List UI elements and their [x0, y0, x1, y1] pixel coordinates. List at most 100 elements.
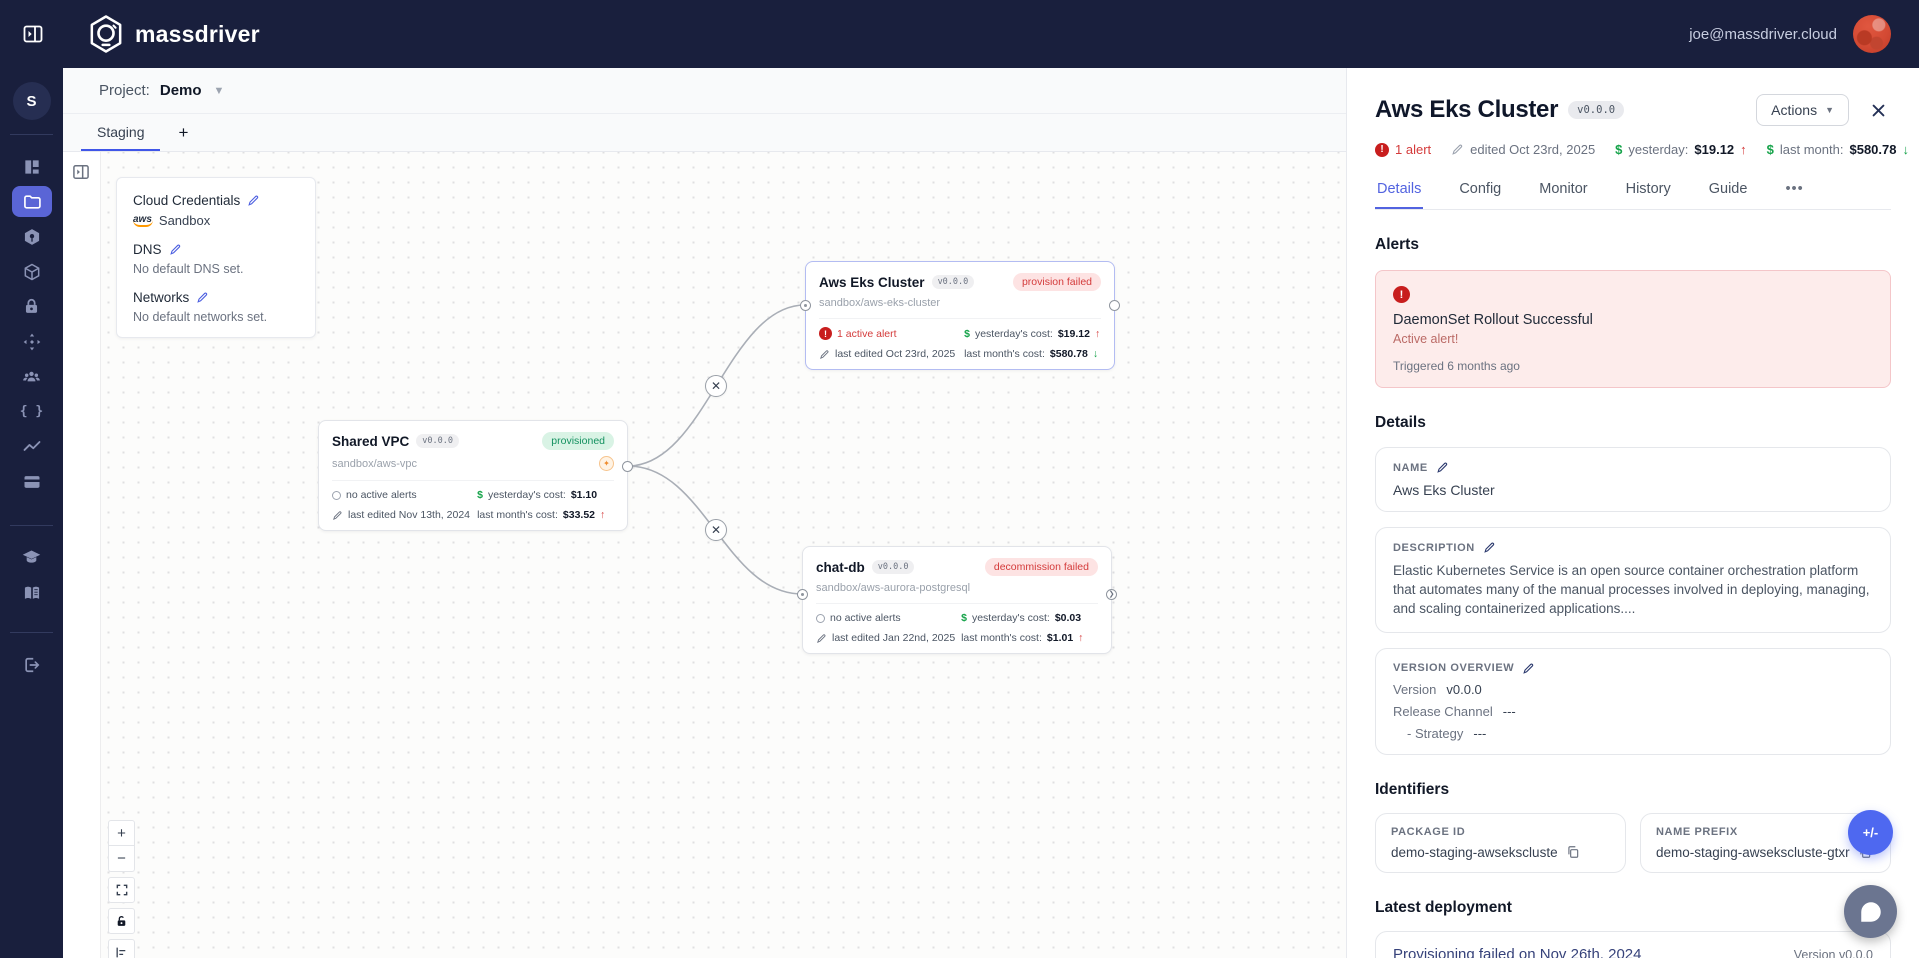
chat-bubble-icon [1858, 899, 1884, 925]
trend-up-icon: ↑ [1095, 328, 1100, 340]
tab-config[interactable]: Config [1457, 173, 1503, 209]
latest-deployment-card[interactable]: Provisioning failed on Nov 26th, 2024 Ve… [1375, 931, 1891, 958]
node-shared-vpc[interactable]: Shared VPC v0.0.0 provisioned sandbox/aw… [318, 420, 628, 531]
environment-tabs: Staging + [63, 114, 1346, 152]
shielded-cube-icon [22, 227, 42, 247]
org-avatar[interactable]: S [13, 82, 51, 120]
alert-icon: ! [1393, 286, 1410, 303]
zoom-out-button[interactable]: − [108, 846, 135, 872]
sidebar-item-dashboard[interactable] [12, 151, 52, 182]
auto-layout-button[interactable] [108, 939, 135, 958]
networks-label: Networks [133, 290, 299, 305]
actions-button[interactable]: Actions ▼ [1756, 94, 1849, 126]
node-chat-db[interactable]: chat-db v0.0.0 decommission failed sandb… [802, 546, 1112, 654]
project-label: Project: [99, 82, 150, 99]
cube-icon [22, 262, 42, 282]
sidebar-item-teams[interactable] [12, 361, 52, 392]
divider [10, 134, 53, 135]
zoom-in-button[interactable]: + [108, 820, 135, 846]
disconnect-edge-button[interactable]: ✕ [705, 519, 727, 541]
sidebar-toggle-icon[interactable] [18, 19, 48, 49]
latest-deployment-heading: Latest deployment [1375, 899, 1891, 917]
sidebar-item-bundles[interactable] [12, 221, 52, 252]
drift-indicator-icon[interactable]: ✦ [599, 456, 614, 471]
sidebar-item-metrics[interactable] [12, 431, 52, 462]
chevron-down-icon[interactable]: ▼ [214, 85, 225, 97]
sidebar-item-billing[interactable] [12, 466, 52, 497]
tab-guide[interactable]: Guide [1707, 173, 1750, 209]
canvas-controls: + − [108, 820, 135, 958]
node-yesterday-cost: $ yesterday's cost: $1.10 [477, 489, 614, 501]
diff-fab-button[interactable]: +/- [1848, 810, 1893, 855]
move-arrows-icon [22, 332, 42, 352]
sidebar-item-docs[interactable] [12, 577, 52, 608]
output-port[interactable]: ❯ [1106, 589, 1117, 600]
name-field-card: NAME Aws Eks Cluster [1375, 447, 1891, 512]
dns-value: No default DNS set. [133, 262, 299, 276]
unlock-icon [115, 915, 128, 928]
trend-up-icon: ↑ [600, 509, 605, 521]
project-selector[interactable]: Demo [160, 82, 202, 99]
output-port[interactable] [1109, 300, 1120, 311]
brand-logo[interactable]: massdriver [86, 14, 260, 54]
alert-card[interactable]: ! DaemonSet Rollout Successful Active al… [1375, 270, 1891, 388]
edit-pencil-icon[interactable] [1522, 662, 1535, 675]
user-avatar[interactable] [1853, 15, 1891, 53]
expand-sidebar-panel-icon[interactable] [68, 159, 94, 185]
sidebar-item-artifacts[interactable] [12, 256, 52, 287]
graph-canvas[interactable]: ✕ ✕ Cloud Credentials aws Sandbox [63, 152, 1346, 958]
tab-staging[interactable]: Staging [81, 114, 160, 151]
no-alert-icon [332, 491, 341, 500]
output-port[interactable] [622, 461, 633, 472]
edit-pencil-icon[interactable] [247, 194, 260, 207]
add-environment-button[interactable]: + [160, 114, 206, 151]
tab-history[interactable]: History [1624, 173, 1673, 209]
description-label: DESCRIPTION [1393, 541, 1873, 554]
dollar-icon: $ [1767, 142, 1774, 157]
input-port[interactable] [800, 300, 811, 311]
credit-card-icon [22, 472, 42, 492]
tab-monitor[interactable]: Monitor [1537, 173, 1589, 209]
deployment-version: Version v0.0.0 [1794, 948, 1873, 958]
fit-view-button[interactable] [108, 877, 135, 903]
massdriver-logo-icon [86, 14, 126, 54]
trend-up-icon: ↑ [1078, 632, 1083, 644]
close-panel-icon[interactable] [1865, 97, 1891, 123]
chat-fab-button[interactable] [1844, 885, 1897, 938]
alert-count[interactable]: ! 1 alert [1375, 142, 1431, 157]
lock-canvas-button[interactable] [108, 908, 135, 934]
tab-more[interactable]: ••• [1783, 173, 1805, 209]
node-month-cost: last month's cost: $33.52 ↑ [477, 509, 614, 521]
edit-pencil-icon[interactable] [169, 243, 182, 256]
copy-icon[interactable] [1566, 845, 1580, 859]
users-icon [21, 366, 42, 387]
trend-down-icon: ↓ [1902, 142, 1909, 157]
input-port[interactable] [797, 589, 808, 600]
edit-pencil-icon[interactable] [1436, 461, 1449, 474]
node-slug: sandbox/aws-eks-cluster [819, 297, 1101, 309]
edit-pencil-icon[interactable] [1483, 541, 1496, 554]
dns-label: DNS [133, 242, 299, 257]
panel-stats-row: ! 1 alert edited Oct 23rd, 2025 $ yester… [1375, 142, 1891, 157]
sidebar-item-projects[interactable] [12, 186, 52, 217]
node-version-badge: v0.0.0 [416, 434, 459, 448]
sidebar-item-parameters[interactable]: { } [12, 396, 52, 427]
cloud-credentials-label: Cloud Credentials [133, 193, 299, 208]
alert-triggered: Triggered 6 months ago [1393, 359, 1873, 373]
description-value: Elastic Kubernetes Service is an open so… [1393, 562, 1873, 619]
disconnect-edge-button[interactable]: ✕ [705, 375, 727, 397]
alert-title: DaemonSet Rollout Successful [1393, 312, 1873, 328]
sidebar-item-learn[interactable] [12, 542, 52, 573]
tab-details[interactable]: Details [1375, 173, 1423, 209]
node-aws-eks-cluster[interactable]: Aws Eks Cluster v0.0.0 provision failed … [805, 261, 1115, 370]
sidebar-item-deployments[interactable] [12, 326, 52, 357]
pencil-icon [1451, 143, 1464, 156]
edit-pencil-icon[interactable] [196, 291, 209, 304]
sidebar-item-secrets[interactable] [12, 291, 52, 322]
panel-version-badge: v0.0.0 [1568, 101, 1624, 119]
status-badge: decommission failed [985, 558, 1098, 576]
dollar-icon: $ [1615, 142, 1622, 157]
sidebar-item-logout[interactable] [12, 649, 52, 680]
package-id-card: PACKAGE ID demo-staging-awsekscluste [1375, 813, 1626, 873]
dollar-icon: $ [477, 489, 483, 501]
